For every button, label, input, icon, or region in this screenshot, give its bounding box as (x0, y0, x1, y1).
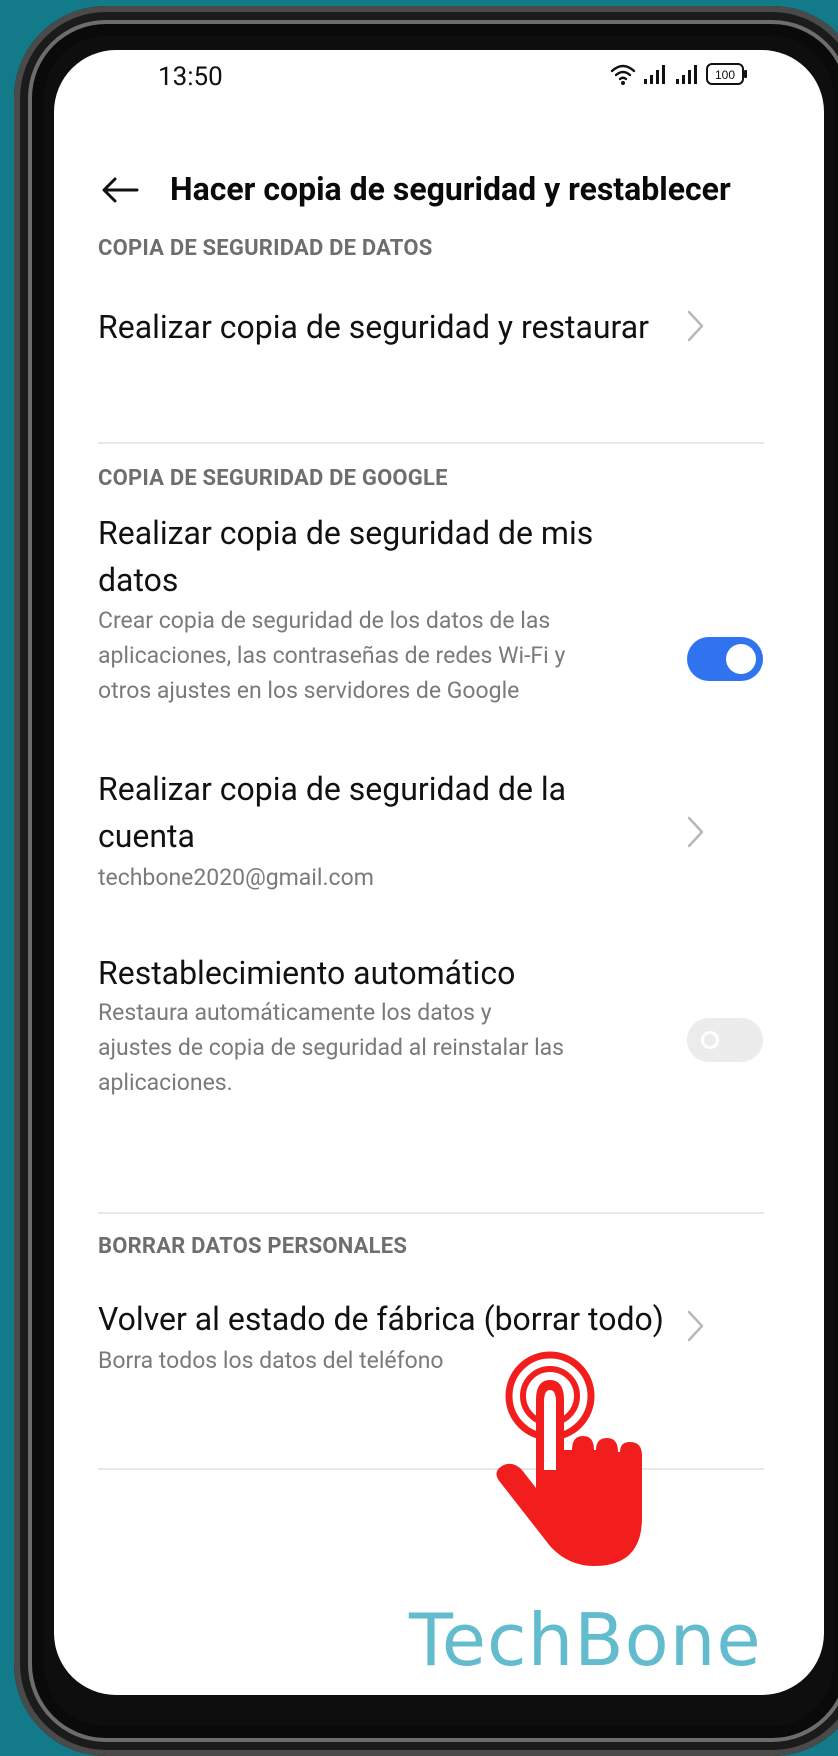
backup-my-data-title-line2: datos (98, 561, 179, 599)
back-arrow-icon (102, 177, 139, 203)
auto-restore-desc-line2: ajustes de copia de seguridad al reinsta… (98, 1034, 565, 1061)
chevron-right-icon (687, 310, 704, 342)
page-title: Hacer copia de seguridad y restablecer (170, 170, 731, 208)
chevron-right-icon (687, 816, 704, 848)
account-backup-title-line1: Realizar copia de seguridad de la (98, 770, 567, 808)
section-label-google-backup: COPIA DE SEGURIDAD DE GOOGLE (98, 466, 448, 491)
wifi-icon (610, 64, 636, 85)
divider (98, 442, 764, 444)
toggle-knob (701, 1031, 719, 1049)
factory-reset-desc: Borra todos los datos del teléfono (98, 1347, 444, 1374)
backup-my-data-toggle[interactable] (687, 637, 763, 681)
backup-my-data-title-line1: Realizar copia de seguridad de mis (98, 514, 594, 552)
status-bar: 13:50 100 (54, 50, 824, 100)
tap-hand-icon (496, 1351, 642, 1566)
section-label-data-backup: COPIA DE SEGURIDAD DE DATOS (98, 236, 433, 261)
toggle-knob (726, 644, 756, 674)
chevron-right-icon (687, 1310, 704, 1342)
account-email: techbone2020@gmail.com (98, 864, 374, 891)
auto-restore-desc-line3: aplicaciones. (98, 1069, 233, 1096)
divider (98, 1468, 764, 1470)
auto-restore-desc-line1: Restaura automáticamente los datos y (98, 999, 492, 1026)
watermark: TechBone (409, 1598, 762, 1682)
status-icons: 100 (610, 63, 747, 85)
signal-icon (644, 65, 697, 84)
section-label-erase-data: BORRAR DATOS PERSONALES (98, 1234, 408, 1259)
status-time: 13:50 (158, 62, 223, 92)
account-backup-title-line2: cuenta (98, 817, 195, 855)
auto-restore-toggle[interactable] (687, 1018, 763, 1062)
backup-my-data-desc-line2: aplicaciones, las contraseñas de redes W… (98, 642, 566, 669)
battery-icon: 100 (706, 63, 747, 85)
screen: 13:50 100 Hacer copia de seguridad y res… (54, 50, 824, 1695)
back-button[interactable] (94, 164, 146, 216)
backup-my-data-desc-line1: Crear copia de seguridad de los datos de… (98, 607, 551, 634)
backup-restore-title: Realizar copia de seguridad y restaurar (98, 308, 650, 346)
divider (98, 1212, 764, 1214)
header: Hacer copia de seguridad y restablecer (54, 150, 824, 230)
auto-restore-title: Restablecimiento automático (98, 954, 516, 992)
battery-level: 100 (715, 68, 735, 82)
backup-my-data-desc-line3: otros ajustes en los servidores de Googl… (98, 677, 520, 704)
factory-reset-title: Volver al estado de fábrica (borrar todo… (98, 1300, 664, 1338)
